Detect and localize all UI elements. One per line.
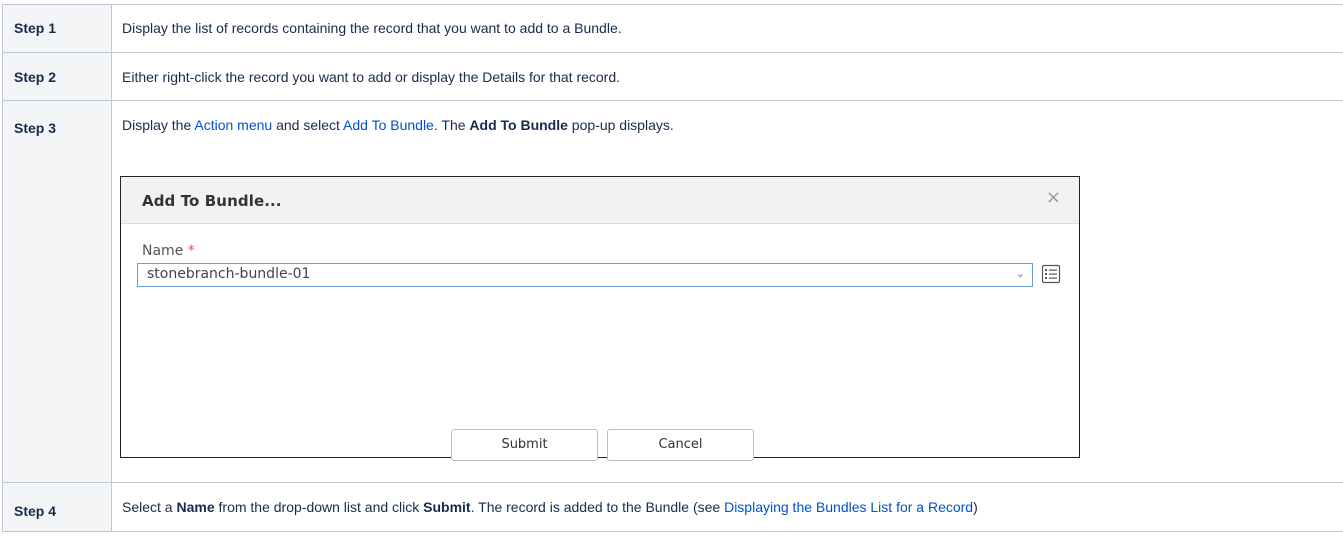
step-text-segment: . The record is added to the Bundle (see: [470, 499, 725, 515]
step-text-cell: Either right-click the record you want t…: [111, 52, 1343, 101]
step-text: Either right-click the record you want t…: [122, 69, 621, 85]
step-text-segment: pop-up displays.: [567, 117, 674, 133]
step-text-segment: Select a: [122, 499, 177, 515]
name-select[interactable]: stonebranch-bundle-01 ⌄: [137, 263, 1033, 287]
name-field-label: Name *: [142, 243, 195, 259]
step-text-cell: Display the list of records containing t…: [111, 4, 1343, 53]
step-text: Display the list of records containing t…: [122, 20, 622, 36]
action-menu-link[interactable]: Action menu: [194, 117, 272, 133]
close-icon[interactable]: ×: [1046, 188, 1061, 208]
step-text-segment: Display the: [122, 117, 195, 133]
dialog-title: Add To Bundle...: [142, 192, 282, 210]
step-label-cell: Step 4: [2, 482, 112, 532]
step-text-segment: . The: [433, 117, 470, 133]
step-label: Step 1: [14, 20, 57, 36]
name-select-value: stonebranch-bundle-01: [147, 266, 311, 282]
step-text-segment: ): [973, 499, 978, 515]
step-label: Step 2: [14, 69, 57, 85]
bundles-list-link[interactable]: Displaying the Bundles List for a Record: [724, 499, 973, 515]
step-text-segment: from the drop-down list and click: [214, 499, 424, 515]
submit-button[interactable]: Submit: [451, 429, 598, 461]
step-row: Step 1 Display the list of records conta…: [2, 4, 1343, 53]
step-label: Step 4: [14, 503, 57, 519]
step-text-cell: Select a Name from the drop-down list an…: [111, 482, 1343, 532]
step-label: Step 3: [14, 120, 57, 136]
step-text-segment: and select: [272, 117, 344, 133]
step-row: Step 4 Select a Name from the drop-down …: [2, 482, 1343, 532]
list-details-icon[interactable]: [1041, 264, 1061, 284]
cancel-button[interactable]: Cancel: [607, 429, 754, 461]
step-text-bold: Submit: [423, 499, 471, 515]
step-label-cell: Step 1: [2, 4, 112, 53]
add-to-bundle-dialog: Add To Bundle... × Name * stonebranch-bu…: [120, 176, 1080, 461]
step-label-cell: Step 2: [2, 52, 112, 101]
step-text-bold: Add To Bundle: [469, 117, 568, 133]
step-row: Step 2 Either right-click the record you…: [2, 52, 1343, 101]
required-marker: *: [187, 243, 195, 259]
step-text: Display the Action menu and select Add T…: [112, 101, 1343, 135]
chevron-down-icon[interactable]: ⌄: [1016, 267, 1025, 280]
step-label-cell: Step 3: [2, 100, 112, 483]
add-to-bundle-link[interactable]: Add To Bundle: [343, 117, 434, 133]
step-text-bold: Name: [176, 499, 215, 515]
dialog-header: Add To Bundle... ×: [121, 177, 1079, 224]
step-text: Select a Name from the drop-down list an…: [112, 483, 1343, 517]
name-label-text: Name: [142, 243, 184, 259]
